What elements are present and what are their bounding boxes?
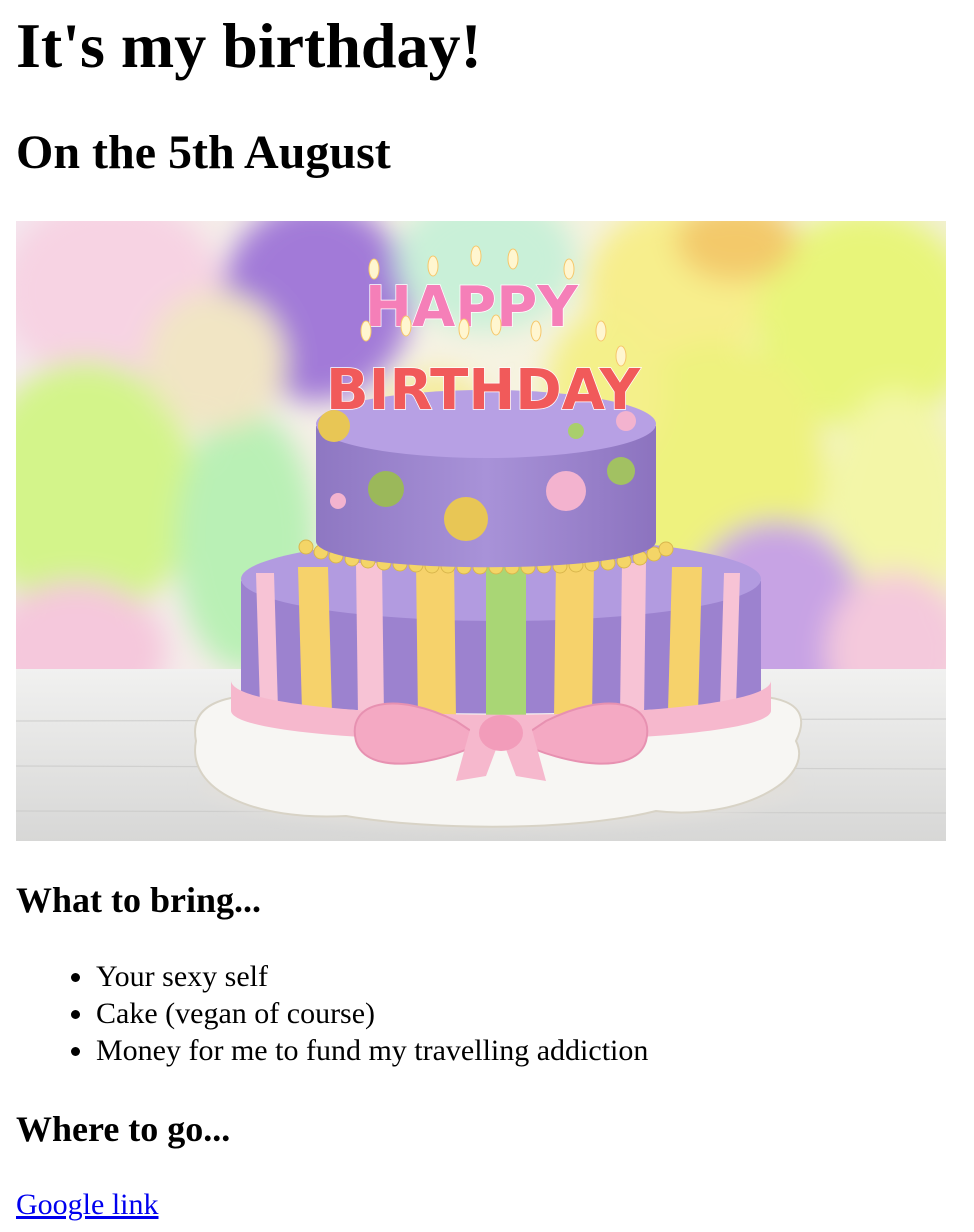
- list-item: Money for me to fund my travelling addic…: [71, 1032, 649, 1069]
- page-subtitle: On the 5th August: [16, 126, 391, 179]
- list-item-label: Cake (vegan of course): [96, 997, 376, 1030]
- list-item: Your sexy self: [71, 958, 648, 995]
- page-title: It's my birthday!: [16, 10, 482, 81]
- list-item-label: Money for me to fund my travelling addic…: [96, 1034, 649, 1067]
- birthday-cake-image: HAPPY BIRTHDAY: [16, 221, 946, 841]
- where-to-go-heading: Where to go...: [16, 1109, 231, 1149]
- bullet-icon: [71, 1047, 80, 1056]
- list-item-label: Your sexy self: [96, 960, 268, 993]
- bullet-icon: [71, 973, 80, 982]
- candle-letters-birthday: BIRTHDAY: [326, 358, 642, 423]
- bring-list: Your sexy self Cake (vegan of course) Mo…: [16, 958, 648, 1069]
- google-link[interactable]: Google link: [16, 1186, 159, 1223]
- candle-letters-happy: HAPPY: [365, 275, 579, 340]
- list-item: Cake (vegan of course): [71, 995, 648, 1032]
- bullet-icon: [71, 1010, 80, 1019]
- what-to-bring-heading: What to bring...: [16, 880, 262, 920]
